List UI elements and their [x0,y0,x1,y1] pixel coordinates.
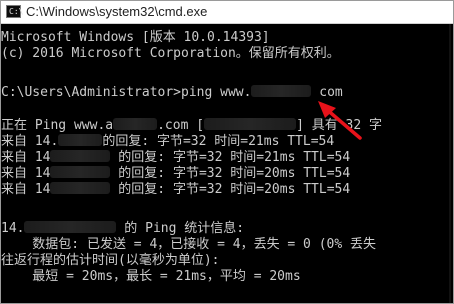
window-title: C:\Windows\system32\cmd.exe [26,4,208,19]
command-line: C:\Users\Administrator>ping www. com [1,85,343,100]
redacted-text [58,134,103,146]
console-line: Microsoft Windows [版本 10.0.14393] [1,30,270,45]
redacted-text [50,182,111,194]
console-line: 最短 = 20ms，最长 = 21ms，平均 = 20ms [1,269,301,284]
console-line: 正在 Ping www.a .com [] 具有 32 字 [1,118,383,133]
cmd-window: C:\ C:\Windows\system32\cmd.exe Microsof… [0,0,454,304]
redacted-text [251,85,312,97]
redacted-text [113,118,158,130]
redacted-text [50,166,111,178]
title-bar[interactable]: C:\ C:\Windows\system32\cmd.exe [1,1,453,24]
cmd-icon: C:\ [6,5,23,18]
redacted-text [50,150,111,162]
scrollbar[interactable] [449,24,451,303]
console-line: 来自 14. 的回复: 字节=32 时间=21ms TTL=54 [1,134,335,149]
console-line: 14. 的 Ping 统计信息: [1,221,245,236]
console-line: (c) 2016 Microsoft Corporation。保留所有权利。 [1,46,340,61]
redacted-text [24,221,117,233]
console-line: 往返行程的估计时间(以毫秒为单位): [1,253,220,268]
console-line: 来自 14 的回复: 字节=32 时间=21ms TTL=54 [1,150,351,165]
console-line: 来自 14 的回复: 字节=32 时间=20ms TTL=54 [1,166,351,181]
redacted-text [204,118,297,130]
console-line: 数据包: 已发送 = 4，已接收 = 4，丢失 = 0 (0% 丢失 [1,237,377,252]
console-line: 来自 14 的回复: 字节=32 时间=20ms TTL=54 [1,182,351,197]
console-output[interactable]: Microsoft Windows [版本 10.0.14393] (c) 20… [1,24,453,303]
